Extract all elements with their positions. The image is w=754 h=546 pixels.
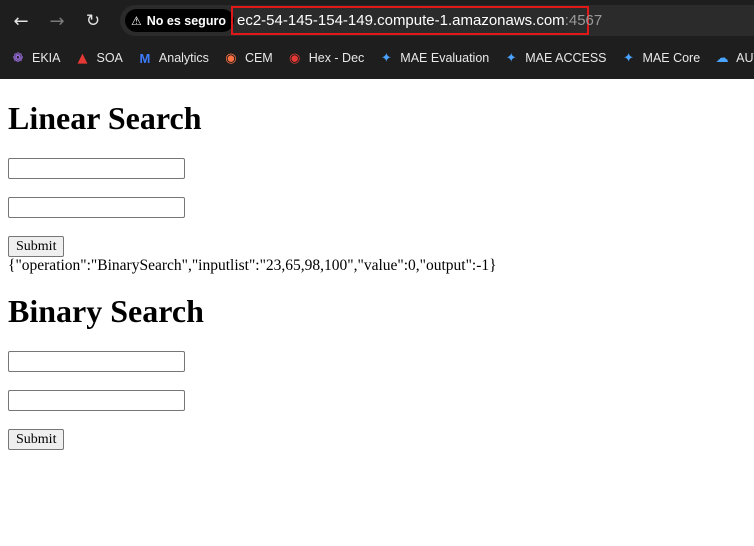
bookmark-autin[interactable]: ☁ AUTIN <box>714 50 754 66</box>
bookmark-cem[interactable]: ◉ CEM <box>223 50 273 66</box>
linear-list-input[interactable] <box>8 158 185 179</box>
binary-search-title: Binary Search <box>8 293 204 329</box>
bookmark-mae-access[interactable]: ✦ MAE ACCESS <box>503 50 607 66</box>
bookmark-ekia[interactable]: ❁ EKIA <box>10 50 61 66</box>
browser-toolbar: ← → ↻ ⚠ No es seguro ec2-54-145-154-149.… <box>0 0 754 40</box>
browser-chrome: ← → ↻ ⚠ No es seguro ec2-54-145-154-149.… <box>0 0 754 79</box>
bookmark-label: MAE Core <box>642 51 701 65</box>
linear-submit-button[interactable]: Submit <box>8 236 65 257</box>
bookmark-mae-evaluation[interactable]: ✦ MAE Evaluation <box>378 50 489 66</box>
linear-result-text: {"operation":"BinarySearch","inputlist":… <box>8 257 497 274</box>
page-content: Linear Search Submit {"operation":"Binar… <box>0 100 754 450</box>
bookmark-label: Hex - Dec <box>308 51 365 65</box>
bookmarks-bar: ❁ EKIA ▲ SOA M Analytics ◉ CEM ◉ Hex - Dec ✦ M… <box>0 45 754 71</box>
url-host: ec2-54-145-154-149.compute-1.amazonaws.c… <box>237 12 565 29</box>
bookmark-label: Analytics <box>158 51 209 65</box>
bookmark-label: CEM <box>244 51 273 65</box>
bookmark-mae-core[interactable]: ✦ MAE Core <box>621 50 701 66</box>
bookmark-hex-dec[interactable]: ◉ Hex - Dec <box>287 50 365 66</box>
analytics-icon: M <box>139 50 151 66</box>
ekia-icon: ❁ <box>12 50 24 66</box>
forward-arrow-icon[interactable]: → <box>44 8 70 34</box>
bookmark-analytics[interactable]: M Analytics <box>137 50 209 66</box>
location-pin-icon: ◉ <box>289 50 301 66</box>
mae-icon: ✦ <box>380 50 392 66</box>
warning-triangle-icon: ⚠ <box>131 13 142 28</box>
cem-icon: ◉ <box>225 50 237 66</box>
security-chip[interactable]: ⚠ No es seguro <box>125 9 234 32</box>
security-label: No es seguro <box>146 13 226 28</box>
linear-value-input[interactable] <box>8 197 185 218</box>
reload-icon[interactable]: ↻ <box>80 8 106 34</box>
binary-submit-button[interactable]: Submit <box>8 429 65 450</box>
mae-icon: ✦ <box>623 50 634 66</box>
url-text[interactable]: ec2-54-145-154-149.compute-1.amazonaws.c… <box>231 6 602 35</box>
back-arrow-icon[interactable]: ← <box>8 8 34 34</box>
bookmark-soa[interactable]: ▲ SOA <box>75 50 123 66</box>
bookmark-label: AUTIN <box>736 51 754 65</box>
address-bar[interactable]: ⚠ No es seguro ec2-54-145-154-149.comput… <box>120 5 754 36</box>
binary-value-input[interactable] <box>8 390 185 411</box>
bookmark-label: SOA <box>96 51 123 65</box>
angular-icon: ▲ <box>77 50 88 66</box>
bookmark-label: EKIA <box>32 51 61 65</box>
binary-list-input[interactable] <box>8 351 185 372</box>
url-port: :4567 <box>564 12 603 29</box>
cloud-icon: ☁ <box>715 50 729 66</box>
bookmark-label: MAE ACCESS <box>525 51 607 65</box>
bookmark-label: MAE Evaluation <box>400 51 490 65</box>
linear-search-title: Linear Search <box>8 100 202 136</box>
mae-icon: ✦ <box>505 50 517 66</box>
